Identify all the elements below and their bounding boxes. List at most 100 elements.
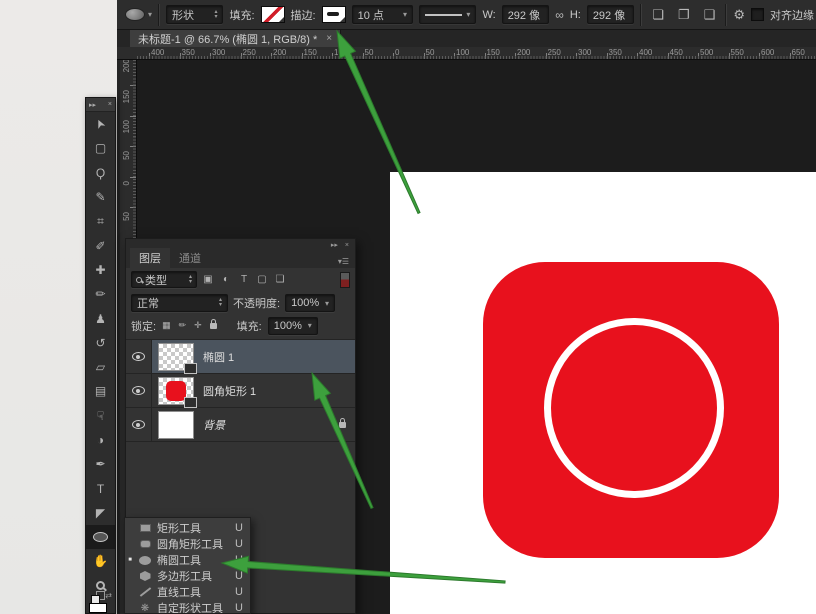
smart-object-filter-icon[interactable]: ❏ [271,274,289,285]
lasso-tool[interactable]: Ϙ [86,161,115,185]
dodge-tool[interactable]: ◑ [86,428,115,452]
quick-selection-tool[interactable]: ✎ [86,185,115,209]
ruler-tick [241,53,242,59]
ruler-corner [117,47,137,60]
ruler-label: 250 [243,48,256,57]
shape-layer-filter-icon[interactable]: ▢ [253,274,271,285]
layer-thumbnail[interactable] [158,343,194,371]
move-tool[interactable]: ➤ [86,112,115,136]
layer-name[interactable]: 椭圆 1 [203,349,234,365]
canvas[interactable] [390,172,816,614]
document-tab[interactable]: 未标题-1 @ 66.7% (椭圆 1, RGB/8) * × [130,30,341,47]
lock-transparency-icon[interactable]: ▦ [162,320,171,331]
lock-pixels-icon[interactable]: ✏ [179,320,187,331]
history-brush-tool[interactable]: ↺ [86,331,115,355]
healing-brush-tool[interactable]: ✚ [86,258,115,282]
tab-layers[interactable]: 图层 [130,248,170,268]
shape-width-input[interactable]: 292 像 [502,5,550,24]
layer-visibility-toggle[interactable] [126,340,152,373]
tool-mode-select[interactable]: 形状 ▴▾ [166,5,223,24]
menu-item-rect-tool[interactable]: 矩形工具U [125,520,250,536]
close-icon[interactable]: × [108,101,112,108]
pixel-layer-filter-icon[interactable]: ▣ [199,274,217,285]
panel-menu-icon[interactable]: ▾☰ [332,257,355,268]
vector-mask-badge-icon [184,363,197,374]
brush-tool[interactable]: ✏ [86,282,115,306]
lock-row: 锁定: ▦✏✛ 填充: 100% ▾ [126,315,355,336]
shape-height-input[interactable]: 292 像 [587,5,635,24]
layer-visibility-toggle[interactable] [126,374,152,407]
stroke-width-input[interactable]: 10 点 ▾ [352,5,413,24]
layer-row[interactable]: 背景 [126,408,355,442]
opacity-input[interactable]: 100% ▾ [285,294,335,312]
menu-item-custom-tool[interactable]: ❋自定形状工具U [125,600,250,614]
rect-shape-icon [138,524,152,532]
tool-preset-picker[interactable]: ▾ [125,8,152,21]
close-icon[interactable]: × [345,242,349,249]
layer-filter-select[interactable]: 类型 ▴▾ [131,271,197,288]
eye-icon [132,352,145,361]
menu-item-rrect-tool[interactable]: 圆角矩形工具U [125,536,250,552]
type-layer-filter-icon[interactable]: T [235,274,253,285]
stroke-swatch[interactable] [322,6,346,23]
swap-colors-icon[interactable]: ⇄ [105,591,112,600]
path-arrangement-icon[interactable]: ❑ [704,7,716,23]
path-alignment-icon[interactable]: ❐ [678,7,690,23]
smudge-tool[interactable]: ☟ [86,404,115,428]
layer-thumbnail[interactable] [158,411,194,439]
ellipse-tool[interactable] [86,525,115,549]
menu-item-poly-tool[interactable]: 多边形工具U [125,568,250,584]
layer-filter-row: 类型 ▴▾ ▣◐T▢❏ [126,268,355,291]
filter-toggle-switch[interactable] [340,272,350,288]
eyedropper-tool[interactable]: ✐ [86,233,115,257]
stroke-type-select[interactable]: ▾ [419,5,476,24]
layer-row-content[interactable]: 椭圆 1 [152,340,355,373]
close-icon[interactable]: × [326,33,332,44]
ruler-tick [130,85,136,86]
shape-tool-flyout-menu: 矩形工具U圆角矩形工具U■椭圆工具U多边形工具U直线工具U❋自定形状工具U [124,517,251,614]
link-dimensions-icon[interactable]: ∞ [555,8,564,22]
lock-position-icon[interactable]: ✛ [194,320,202,331]
path-selection-tool[interactable]: ◤ [86,501,115,525]
stroke-preview-icon [327,12,339,16]
ruler-tick [130,207,136,208]
blend-mode-select[interactable]: 正常 ▴▾ [131,294,228,312]
layer-thumbnail[interactable] [158,377,194,405]
menu-item-ellipse-tool[interactable]: ■椭圆工具U [125,552,250,568]
rrect-shape-icon [138,540,152,548]
layer-row[interactable]: 椭圆 1 [126,340,355,374]
type-tool[interactable]: T [86,476,115,500]
layer-row-content[interactable]: 背景 [152,408,355,441]
layer-name[interactable]: 背景 [203,417,225,433]
adjustment-layer-filter-icon[interactable]: ◐ [217,274,235,285]
line-style-icon [425,14,462,16]
clone-stamp-tool[interactable]: ♟ [86,306,115,330]
layer-row-content[interactable]: 圆角矩形 1 [152,374,355,407]
layer-name[interactable]: 圆角矩形 1 [203,383,256,399]
pen-tool[interactable]: ✒ [86,452,115,476]
layer-visibility-toggle[interactable] [126,408,152,441]
collapse-panel-icon[interactable]: ▸▸ [89,101,96,109]
ellipse-shape-icon [138,556,152,565]
path-operations-icon[interactable]: ❏ [652,7,664,23]
gear-icon[interactable]: ⚙ [733,7,745,23]
marquee-tool[interactable]: ▢ [86,136,115,160]
hand-tool[interactable]: ✋ [86,549,115,573]
crop-tool[interactable]: ⌗ [86,209,115,233]
gradient-tool[interactable]: ▤ [86,379,115,403]
ruler-label: 50 [122,212,131,221]
fill-input[interactable]: 100% ▾ [268,317,318,335]
tab-channels[interactable]: 通道 [170,248,210,268]
red-rounded-square-shape[interactable] [483,262,779,558]
chevron-down-icon: ▾ [308,321,312,330]
collapse-panel-icon[interactable]: ▸▸ [331,241,338,249]
lock-all-icon[interactable] [210,323,217,329]
ruler-tick [729,53,730,59]
eraser-tool[interactable]: ▱ [86,355,115,379]
tool-options-bar: ▾ 形状 ▴▾ 填充: 描边: 10 点 ▾ ▾ W: 292 像 ∞ H: 2… [117,0,816,30]
layer-row[interactable]: 圆角矩形 1 [126,374,355,408]
menu-item-line-tool[interactable]: 直线工具U [125,584,250,600]
foreground-color-swatch[interactable] [89,603,107,613]
align-edges-checkbox[interactable] [751,8,764,21]
fill-swatch[interactable] [261,6,285,23]
